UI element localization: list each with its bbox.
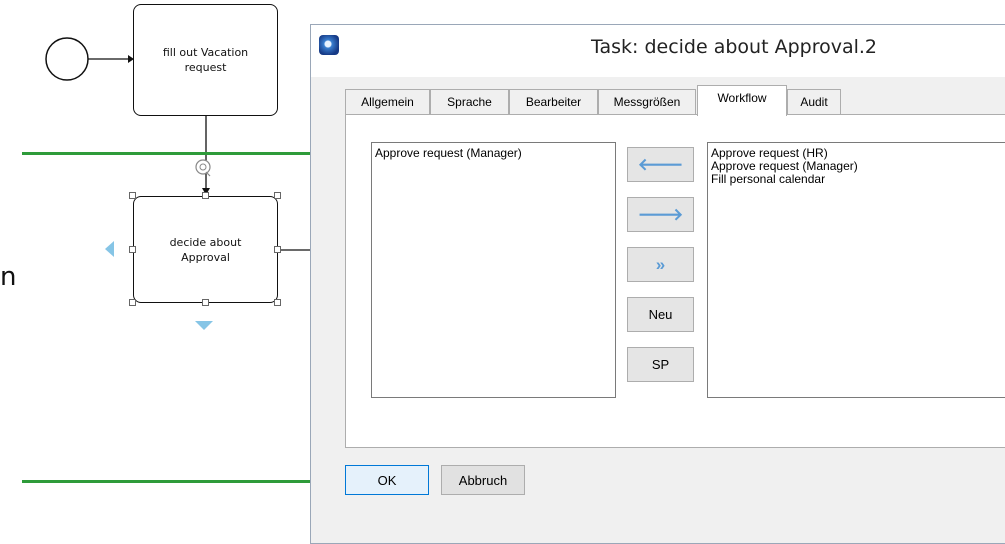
resize-handle-se[interactable] xyxy=(274,299,281,306)
tab-workflow[interactable]: Workflow xyxy=(697,85,787,116)
lane-divider-top xyxy=(22,152,310,155)
list-item[interactable]: Fill personal calendar xyxy=(711,173,1003,186)
tab-messgroessen[interactable]: Messgrößen xyxy=(598,89,696,114)
move-left-button[interactable]: 🡐 xyxy=(627,147,694,182)
list-item[interactable]: Approve request (Manager) xyxy=(375,147,612,160)
resize-handle-nw[interactable] xyxy=(129,192,136,199)
task-label: fill out Vacation request xyxy=(162,46,249,74)
ok-button[interactable]: OK xyxy=(345,465,429,495)
selected-tasks-list[interactable]: Approve request (HR) Approve request (Ma… xyxy=(707,142,1005,398)
double-arrow-right-icon: » xyxy=(655,254,666,274)
task-decide-about-approval[interactable]: decide about Approval xyxy=(133,196,278,303)
dialog-titlebar[interactable]: Task: decide about Approval.2 xyxy=(311,25,1005,77)
dialog-title: Task: decide about Approval.2 xyxy=(591,36,878,58)
move-all-button[interactable]: » xyxy=(627,247,694,282)
app-icon xyxy=(319,35,339,55)
selection-left-arrow-icon[interactable] xyxy=(105,241,114,257)
available-tasks-list[interactable]: Approve request (Manager) xyxy=(371,142,616,398)
task-fill-out-vacation-request[interactable]: fill out Vacation request xyxy=(133,4,278,116)
new-button[interactable]: Neu xyxy=(627,297,694,332)
sp-button[interactable]: SP xyxy=(627,347,694,382)
arrow-left-icon: 🡐 xyxy=(637,154,684,174)
tab-bearbeiter[interactable]: Bearbeiter xyxy=(509,89,598,114)
start-event[interactable] xyxy=(45,37,89,81)
resize-handle-s[interactable] xyxy=(202,299,209,306)
connector-hook-icon[interactable] xyxy=(195,159,211,177)
partial-lane-label: n xyxy=(0,262,17,292)
resize-handle-n[interactable] xyxy=(202,192,209,199)
workflow-tab-panel: Approve request (Manager) 🡐 🡒 » Neu SP A… xyxy=(345,114,1005,448)
tab-audit[interactable]: Audit xyxy=(787,89,841,114)
resize-handle-sw[interactable] xyxy=(129,299,136,306)
task-label: decide about Approval xyxy=(169,235,242,264)
tab-sprache[interactable]: Sprache xyxy=(430,89,509,114)
resize-handle-e[interactable] xyxy=(274,246,281,253)
task-properties-dialog: Task: decide about Approval.2 Allgemein … xyxy=(310,24,1005,544)
arrow-right-icon: 🡒 xyxy=(637,204,684,224)
move-right-button[interactable]: 🡒 xyxy=(627,197,694,232)
new-button-label: Neu xyxy=(648,307,673,322)
resize-handle-ne[interactable] xyxy=(274,192,281,199)
sp-button-label: SP xyxy=(651,357,670,372)
resize-handle-w[interactable] xyxy=(129,246,136,253)
lane-divider-bottom xyxy=(22,480,310,483)
cancel-button[interactable]: Abbruch xyxy=(441,465,525,495)
selection-down-arrow-icon[interactable] xyxy=(195,321,213,330)
tab-allgemein[interactable]: Allgemein xyxy=(345,89,430,114)
